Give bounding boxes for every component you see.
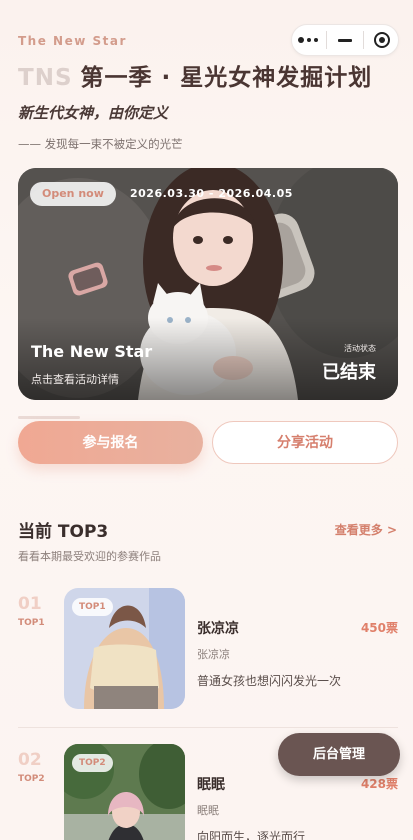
share-button[interactable]: 分享活动	[212, 421, 398, 464]
event-date-range: 2026.03.30 - 2026.04.05	[130, 187, 293, 200]
open-now-badge: Open now	[30, 182, 116, 206]
candidate-description: 向阳而生，逐光而行	[197, 830, 306, 840]
banner-title: The New Star	[31, 342, 153, 361]
banner-indicator	[18, 416, 80, 419]
candidate-username: 眠眠	[197, 804, 219, 817]
rank-number: 01	[18, 594, 42, 614]
more-icon[interactable]	[293, 25, 323, 55]
event-banner[interactable]: Open now 2026.03.30 - 2026.04.05 The New…	[18, 168, 398, 400]
title-prefix: TNS	[18, 65, 73, 91]
banner-hint: 点击查看活动详情	[31, 373, 119, 386]
candidate-username: 张凉凉	[197, 648, 230, 661]
capsule-divider	[326, 31, 328, 49]
event-status-value: 已结束	[322, 362, 376, 383]
admin-button[interactable]: 后台管理	[278, 733, 400, 776]
rank-tag: TOP1	[18, 618, 45, 628]
candidate-rank-badge: TOP1	[72, 598, 113, 616]
rank-tag: TOP2	[18, 774, 45, 784]
brand-label: The New Star	[18, 34, 127, 48]
page-title: TNS 第一季 · 星光女神发掘计划	[18, 58, 372, 92]
candidate-photo[interactable]: TOP1	[64, 588, 185, 709]
candidate-description: 普通女孩也想闪闪发光一次	[197, 674, 342, 688]
join-button[interactable]: 参与报名	[18, 421, 203, 464]
top3-subtitle: 看看本期最受欢迎的参赛作品	[18, 550, 161, 563]
close-target-icon[interactable]	[367, 25, 397, 55]
candidate-rank-badge: TOP2	[72, 754, 113, 772]
candidate-name: 张凉凉	[197, 621, 239, 637]
candidate-photo[interactable]: TOP2	[64, 744, 185, 840]
event-status-label: 活动状态	[344, 344, 376, 353]
list-divider	[18, 727, 398, 728]
title-main: 第一季 · 星光女神发掘计划	[80, 65, 373, 91]
page-tagline: —— 发现每一束不被定义的光芒	[18, 137, 183, 151]
page-subtitle: 新生代女神，由你定义	[18, 104, 169, 122]
mini-program-capsule	[291, 24, 399, 56]
top3-title: 当前 TOP3	[18, 522, 109, 542]
candidate-name: 眠眠	[197, 777, 225, 793]
rank-number: 02	[18, 750, 42, 770]
capsule-divider	[362, 31, 364, 49]
candidate-votes: 450票	[360, 621, 398, 635]
list-item[interactable]: 01 TOP1 TOP1 张凉凉 450票 张凉凉 普通女孩也想闪闪发光一次	[0, 588, 413, 728]
minimize-icon[interactable]	[330, 25, 360, 55]
see-more-link[interactable]: 查看更多 >	[335, 521, 397, 538]
candidate-votes: 428票	[360, 777, 398, 791]
